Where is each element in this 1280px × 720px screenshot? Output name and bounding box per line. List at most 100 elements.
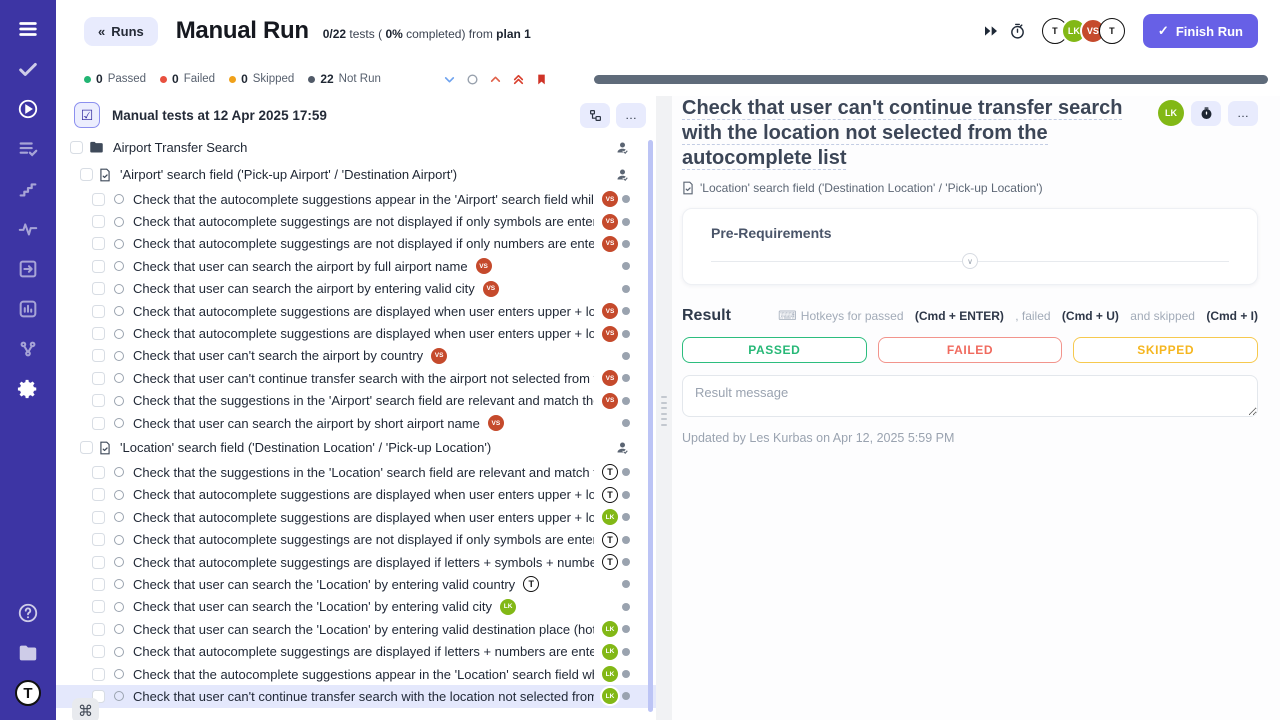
not-run-status-icon[interactable] (114, 351, 124, 361)
not-run-status-icon[interactable] (114, 194, 124, 204)
reports-icon[interactable] (15, 296, 41, 322)
severity-normal-circle-icon[interactable] (466, 73, 479, 86)
row-checkbox[interactable] (92, 417, 105, 430)
row-checkbox[interactable] (92, 645, 105, 658)
row-checkbox[interactable] (92, 282, 105, 295)
tree-row[interactable]: Check that user can search the airport b… (56, 278, 656, 300)
tree-row[interactable]: Check that user can't continue transfer … (56, 367, 656, 389)
projects-folder-icon[interactable] (15, 640, 41, 666)
row-checkbox[interactable] (92, 466, 105, 479)
tree-row[interactable]: Check that autocomplete suggestings are … (56, 210, 656, 232)
project-logo-avatar[interactable]: T (15, 680, 41, 706)
row-checkbox[interactable] (70, 141, 83, 154)
row-checkbox[interactable] (92, 556, 105, 569)
row-checkbox[interactable] (92, 578, 105, 591)
row-checkbox[interactable] (92, 488, 105, 501)
tree-row[interactable]: Check that user can search the 'Location… (56, 618, 656, 640)
plan-link[interactable]: plan 1 (496, 27, 531, 41)
menu-icon[interactable] (15, 16, 41, 42)
row-checkbox[interactable] (92, 327, 105, 340)
row-checkbox[interactable] (92, 260, 105, 273)
not-run-status-icon[interactable] (114, 535, 124, 545)
not-run-status-icon[interactable] (114, 396, 124, 406)
skipped-button[interactable]: SKIPPED (1073, 337, 1258, 363)
back-to-runs-button[interactable]: « Runs (84, 17, 158, 46)
finish-run-button[interactable]: ✓ Finish Run (1143, 14, 1258, 48)
not-run-status-icon[interactable] (114, 512, 124, 522)
test-cases-check-icon[interactable] (15, 56, 41, 82)
row-checkbox[interactable] (92, 349, 105, 362)
row-checkbox[interactable] (92, 668, 105, 681)
tree-row[interactable]: Check that user can't search the airport… (56, 345, 656, 367)
expand-toggle-icon[interactable]: ∨ (962, 253, 978, 269)
tree-row[interactable]: Check that the autocomplete suggestions … (56, 188, 656, 210)
row-checkbox[interactable] (92, 215, 105, 228)
severity-minor-chevron-down-icon[interactable] (443, 73, 456, 86)
bulk-select-checkbox-button[interactable]: ☑ (74, 102, 100, 128)
assign-user-icon[interactable] (615, 440, 630, 455)
not-run-status-icon[interactable] (114, 579, 124, 589)
failed-button[interactable]: FAILED (878, 337, 1063, 363)
not-run-status-icon[interactable] (114, 624, 124, 634)
row-checkbox[interactable] (92, 193, 105, 206)
not-run-status-icon[interactable] (114, 284, 124, 294)
assign-user-icon[interactable] (615, 167, 630, 182)
tree-row[interactable]: Check that autocomplete suggestings are … (56, 551, 656, 573)
tree-row[interactable]: Check that user can't continue transfer … (56, 685, 656, 707)
not-run-status-icon[interactable] (114, 217, 124, 227)
passed-button[interactable]: PASSED (682, 337, 867, 363)
not-run-status-icon[interactable] (114, 691, 124, 701)
tree-row[interactable]: Check that autocomplete suggestings are … (56, 640, 656, 662)
settings-gear-icon[interactable] (15, 376, 41, 402)
not-run-status-icon[interactable] (114, 669, 124, 679)
group-by-tree-button[interactable] (580, 103, 610, 128)
not-run-status-icon[interactable] (114, 557, 124, 567)
tree-row[interactable]: Check that user can search the 'Location… (56, 596, 656, 618)
not-run-status-icon[interactable] (114, 306, 124, 316)
row-checkbox[interactable] (92, 600, 105, 613)
not-run-status-icon[interactable] (114, 467, 124, 477)
panel-resize-handle[interactable] (661, 396, 667, 426)
tree-row[interactable]: Check that user can search the 'Location… (56, 573, 656, 595)
help-icon[interactable] (15, 600, 41, 626)
tree-row[interactable]: Check that the suggestions in the 'Airpo… (56, 390, 656, 412)
tree-row[interactable]: Airport Transfer Search (56, 134, 656, 161)
participant-avatar[interactable]: T (1099, 18, 1125, 44)
test-runs-play-icon[interactable] (15, 96, 41, 122)
severity-blocker-bookmark-icon[interactable] (535, 73, 548, 86)
row-checkbox[interactable] (92, 237, 105, 250)
not-run-status-icon[interactable] (114, 239, 124, 249)
row-checkbox[interactable] (80, 168, 93, 181)
test-more-button[interactable]: … (1228, 101, 1258, 126)
row-checkbox[interactable] (80, 441, 93, 454)
row-checkbox[interactable] (92, 372, 105, 385)
assign-user-icon[interactable] (615, 140, 630, 155)
tree-row[interactable]: Check that autocomplete suggestings are … (56, 528, 656, 550)
not-run-status-icon[interactable] (114, 647, 124, 657)
row-checkbox[interactable] (92, 533, 105, 546)
row-checkbox[interactable] (92, 305, 105, 318)
not-run-status-icon[interactable] (114, 602, 124, 612)
not-run-status-icon[interactable] (114, 373, 124, 383)
tree-row[interactable]: Check that autocomplete suggestings are … (56, 233, 656, 255)
not-run-status-icon[interactable] (114, 261, 124, 271)
tree-scrollbar[interactable] (648, 140, 653, 712)
row-checkbox[interactable] (92, 394, 105, 407)
severity-critical-double-chevron-icon[interactable] (512, 73, 525, 86)
not-run-status-icon[interactable] (114, 490, 124, 500)
shared-steps-icon[interactable] (15, 176, 41, 202)
not-run-status-icon[interactable] (114, 418, 124, 428)
row-checkbox[interactable] (92, 623, 105, 636)
test-plans-icon[interactable] (15, 136, 41, 162)
run-participants-avatars[interactable]: TLKVST (1042, 18, 1125, 44)
tree-row[interactable]: Check that autocomplete suggestions are … (56, 300, 656, 322)
test-title[interactable]: Check that user can't continue transfer … (682, 96, 1144, 171)
fast-forward-icon[interactable] (983, 24, 999, 38)
tree-more-button[interactable]: … (616, 103, 646, 128)
command-key-hint[interactable]: ⌘ (72, 698, 99, 720)
tree-row[interactable]: 'Location' search field ('Destination Lo… (56, 434, 656, 461)
test-timer-button[interactable] (1191, 101, 1221, 126)
tree-row[interactable]: 'Airport' search field ('Pick-up Airport… (56, 161, 656, 188)
tree-row[interactable]: Check that user can search the airport b… (56, 412, 656, 434)
requirements-icon[interactable] (15, 256, 41, 282)
